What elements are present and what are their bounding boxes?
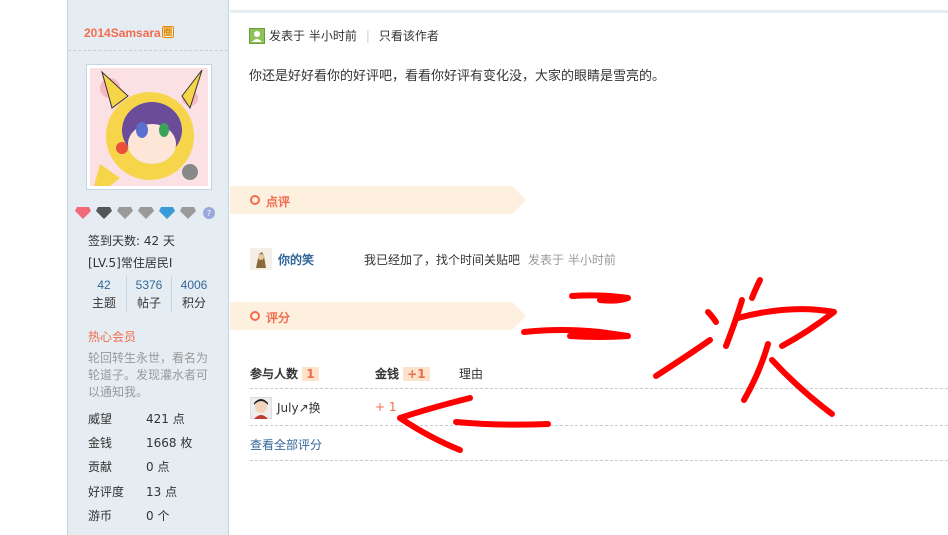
- author-username[interactable]: 2014Samsara 圈: [84, 26, 174, 40]
- avatar-image: [90, 68, 208, 186]
- description-line: 轮回转生永世，看名为: [88, 351, 209, 365]
- vip-badge[interactable]: 热心会员: [88, 328, 136, 345]
- stat-topics[interactable]: 42 主题: [82, 276, 126, 312]
- post-content: 你还是好好看你的好评吧，看看你好评有变化没，大家的眼睛是雪亮的。: [249, 69, 666, 84]
- only-author-link[interactable]: 只看该作者: [379, 27, 439, 44]
- medal-more-icon[interactable]: ?: [200, 206, 218, 220]
- rating-table-header: 参与人数 1 金钱 +1 理由: [250, 363, 948, 389]
- attr-reputation: 好评度 13 点: [88, 483, 218, 500]
- signin-days: 签到天数: 42 天: [88, 232, 175, 249]
- description-line: 轮道子。发现灌水者可: [88, 368, 209, 382]
- rating-money: + 1: [375, 400, 397, 414]
- stat-number[interactable]: 4006: [172, 276, 216, 294]
- meta-separator: |: [365, 28, 370, 43]
- section-bullet-icon: [250, 311, 260, 321]
- comment-item: 你的笑 我已经加了，找个时间关贴吧 发表于 半小时前: [250, 248, 850, 270]
- stat-label: 积分: [181, 296, 206, 310]
- svg-text:?: ?: [207, 209, 211, 218]
- medal-icon[interactable]: [116, 206, 134, 220]
- stat-label: 主题: [91, 296, 116, 310]
- medal-icon[interactable]: [74, 206, 92, 220]
- rater-avatar[interactable]: [250, 397, 272, 419]
- rating-row: July↗换 + 1: [250, 390, 948, 426]
- comments-section-header: 点评: [230, 186, 526, 214]
- attr-value: 13 点: [146, 485, 178, 499]
- attr-prestige: 威望 421 点: [88, 410, 218, 427]
- attr-key: 威望: [88, 412, 113, 426]
- attr-contribution: 贡献 0 点: [88, 458, 218, 475]
- participants-count: 1: [302, 367, 319, 381]
- description-line: 以通知我。: [88, 385, 149, 399]
- reason-header: 理由: [459, 367, 484, 381]
- money-label: 金钱: [375, 367, 400, 381]
- medal-icon[interactable]: [95, 206, 113, 220]
- attr-coins: 游币 0 个: [88, 507, 218, 524]
- user-level: [LV.5]常住居民I: [88, 256, 173, 270]
- comment-text: 我已经加了，找个时间关贴吧: [364, 252, 521, 267]
- author-username-text[interactable]: 2014Samsara: [84, 26, 161, 40]
- user-stats: 42 主题 5376 帖子 4006 积分: [82, 276, 216, 312]
- participants-label: 参与人数: [250, 367, 299, 381]
- signin-days-label: 签到天数:: [88, 234, 141, 248]
- rating-section-title: 评分: [266, 311, 291, 325]
- participants-header: 参与人数 1: [250, 365, 319, 382]
- comments-section-title: 点评: [266, 195, 291, 209]
- stat-label: 帖子: [136, 296, 161, 310]
- money-total: +1: [403, 367, 430, 381]
- rater-name[interactable]: July↗换: [277, 399, 321, 416]
- rating-section-header: 评分: [230, 302, 526, 330]
- attr-key: 游币: [88, 509, 113, 523]
- medal-icon[interactable]: [137, 206, 155, 220]
- stat-posts[interactable]: 5376 帖子: [126, 276, 171, 312]
- stat-number[interactable]: 42: [82, 276, 126, 294]
- attr-value: 1668 枚: [146, 436, 193, 450]
- sidebar-divider: [68, 50, 228, 51]
- online-status-icon: [249, 27, 265, 44]
- attr-key: 好评度: [88, 485, 125, 499]
- author-avatar[interactable]: [86, 64, 212, 190]
- attr-value: 0 点: [146, 460, 170, 474]
- left-gutter: [0, 0, 67, 535]
- stat-points[interactable]: 4006 积分: [171, 276, 216, 312]
- attr-value: 421 点: [146, 412, 185, 426]
- commenter-name[interactable]: 你的笑: [278, 251, 364, 268]
- bottom-divider: [250, 460, 948, 461]
- attr-key: 金钱: [88, 436, 113, 450]
- top-divider: [230, 10, 948, 13]
- stat-number[interactable]: 5376: [127, 276, 171, 294]
- money-header: 金钱 +1: [375, 365, 430, 382]
- attr-money: 金钱 1668 枚: [88, 434, 218, 451]
- post-time: 发表于 半小时前: [269, 29, 357, 43]
- author-sidebar: 2014Samsara 圈 ? 签到天数: 42 天 [LV.5]常住居民I 4…: [67, 0, 229, 535]
- section-bullet-icon: [250, 195, 260, 205]
- comment-time: 发表于 半小时前: [528, 252, 616, 267]
- medal-icon[interactable]: [158, 206, 176, 220]
- commenter-avatar[interactable]: [250, 248, 272, 270]
- post-meta: 发表于 半小时前 | 只看该作者: [249, 27, 439, 44]
- signin-days-value: 42 天: [143, 234, 175, 248]
- view-all-ratings-link[interactable]: 查看全部评分: [250, 436, 322, 453]
- user-description: 轮回转生永世，看名为 轮道子。发现灌水者可 以通知我。: [88, 350, 216, 401]
- attr-value: 0 个: [146, 509, 170, 523]
- forum-thread-page: 2014Samsara 圈 ? 签到天数: 42 天 [LV.5]常住居民I 4…: [0, 0, 948, 535]
- attr-key: 贡献: [88, 460, 113, 474]
- medal-icon[interactable]: [179, 206, 197, 220]
- username-badge-icon: 圈: [161, 26, 174, 38]
- post-main: 发表于 半小时前 | 只看该作者 你还是好好看你的好评吧，看看你好评有变化没，大…: [230, 0, 948, 535]
- medal-row: ?: [74, 206, 218, 220]
